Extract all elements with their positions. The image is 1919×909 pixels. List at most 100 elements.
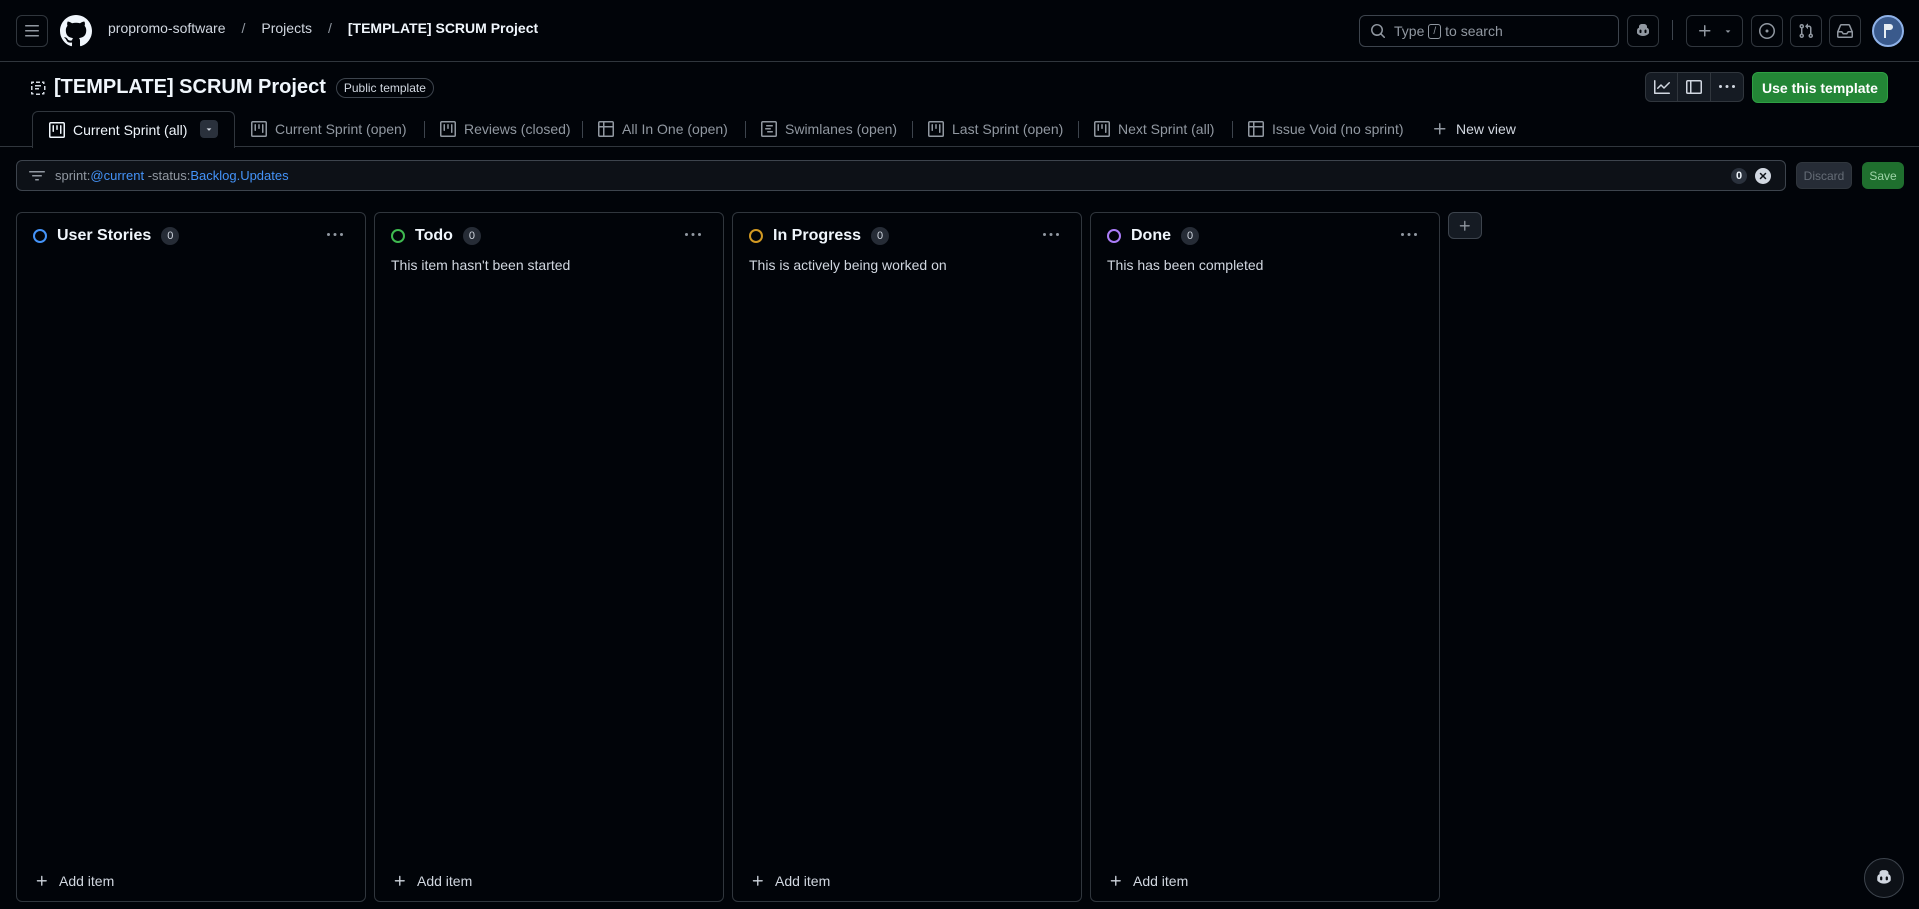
tab-swimlanes-open[interactable]: Swimlanes (open) [745,111,897,147]
git-pull-request-icon [1799,23,1814,39]
add-item-label: Add item [59,873,115,889]
visibility-badge: Public template [335,77,434,98]
project-title: [TEMPLATE] SCRUM Project [54,76,326,98]
view-tabs: Current Sprint (all) Current Sprint (ope… [0,111,1919,148]
column-title: User Stories [57,227,152,244]
column-description: This has been completed [1107,257,1264,273]
header-divider [1672,20,1673,40]
column-menu-button[interactable] [327,227,343,243]
breadcrumb: propromo-software / Projects / [TEMPLATE… [108,20,538,36]
tab-last-sprint-open[interactable]: Last Sprint (open) [912,111,1063,147]
search-input[interactable]: Type / to search [1359,15,1619,47]
kebab-horizontal-icon [685,233,701,236]
status-circle-icon [749,229,763,243]
tab-all-in-one-open[interactable]: All In One (open) [582,111,728,147]
tab-issue-void-no-sprint[interactable]: Issue Void (no sprint) [1232,111,1404,147]
filter-icon [29,170,45,180]
tab-label: Issue Void (no sprint) [1272,121,1404,137]
github-logo-icon[interactable] [60,15,92,47]
add-item-button[interactable]: Add item [393,873,472,889]
issue-opened-icon [1759,23,1775,39]
sidebar-expand-icon [1686,80,1702,94]
create-new-button[interactable] [1686,15,1743,47]
filter-key-sprint: sprint: [55,168,91,183]
breadcrumb-org[interactable]: propromo-software [108,20,226,36]
add-item-button[interactable]: Add item [1109,873,1188,889]
copilot-button[interactable] [1627,15,1659,47]
tab-current-sprint-open[interactable]: Current Sprint (open) [235,111,407,147]
filter-result-count: 0 [1731,168,1747,184]
global-header: propromo-software / Projects / [TEMPLATE… [0,0,1919,62]
more-options-button[interactable] [1711,72,1744,102]
plus-icon [36,875,47,886]
column-title: Done [1131,227,1171,244]
table-icon [1248,121,1264,137]
column-header: Todo 0 [391,227,481,245]
tab-next-sprint-all[interactable]: Next Sprint (all) [1078,111,1214,147]
filter-query: sprint:@current -status:Backlog.Updates [55,168,289,183]
copilot-chat-button[interactable] [1864,858,1904,898]
tab-reviews-closed[interactable]: Reviews (closed) [424,111,571,147]
menu-button[interactable] [16,15,48,47]
user-avatar[interactable] [1872,15,1904,47]
column-item-count: 0 [161,227,180,245]
view-options-button[interactable] [200,120,218,138]
notifications-button[interactable] [1829,15,1861,47]
status-circle-icon [33,229,47,243]
clear-filter-button[interactable] [1755,168,1771,184]
kebab-horizontal-icon [1719,85,1735,88]
column-menu-button[interactable] [685,227,701,243]
search-shortcut-key: / [1428,23,1442,39]
search-suffix: to search [1445,23,1503,39]
kebab-horizontal-icon [1043,233,1059,236]
breadcrumb-separator: / [327,20,332,36]
plus-icon [1459,220,1470,231]
column-item-count: 0 [462,227,481,245]
add-item-button[interactable]: Add item [751,873,830,889]
new-view-button[interactable]: New view [1416,111,1516,147]
side-panel-button[interactable] [1678,72,1711,102]
add-item-button[interactable]: Add item [35,873,114,889]
board-column-in-progress: In Progress 0 This is actively being wor… [732,212,1082,902]
project-title-row: [TEMPLATE] SCRUM Project Public template [30,76,434,99]
board-icon [49,122,65,138]
status-circle-icon [391,229,405,243]
discard-button[interactable]: Discard [1796,162,1852,189]
add-item-label: Add item [775,873,831,889]
board-icon [440,121,456,137]
breadcrumb-project[interactable]: [TEMPLATE] SCRUM Project [348,20,538,36]
board-column-done: Done 0 This has been completed Add item [1090,212,1440,902]
column-title: Todo [415,227,453,244]
tab-label: Reviews (closed) [464,121,571,137]
filter-input[interactable]: sprint:@current -status:Backlog.Updates … [16,160,1786,191]
add-column-button[interactable] [1448,212,1482,239]
board-icon [1094,121,1110,137]
filter-value-sprint: @current [90,168,145,183]
column-menu-button[interactable] [1043,227,1059,243]
column-title: In Progress [773,227,862,244]
new-view-label: New view [1456,121,1516,137]
breadcrumb-projects[interactable]: Projects [261,20,312,36]
hamburger-icon [25,25,39,37]
insights-button[interactable] [1645,72,1678,102]
tab-label: Last Sprint (open) [952,121,1064,137]
tab-label: Current Sprint (all) [73,122,188,138]
breadcrumb-separator: / [241,20,246,36]
board-column-user-stories: User Stories 0 Add item [16,212,366,902]
project-toolbar [1645,72,1744,102]
tab-label: Swimlanes (open) [785,121,898,137]
column-menu-button[interactable] [1401,227,1417,243]
pull-requests-button[interactable] [1790,15,1822,47]
use-template-button[interactable]: Use this template [1752,72,1888,103]
filter-value-status: Backlog.Updates [190,168,289,183]
column-header: User Stories 0 [33,227,180,245]
save-button[interactable]: Save [1862,162,1904,189]
add-item-label: Add item [417,873,473,889]
inbox-icon [1837,24,1853,38]
search-icon [1371,24,1385,38]
board-column-todo: Todo 0 This item hasn't been started Add… [374,212,724,902]
tab-label: Current Sprint (open) [275,121,407,137]
tab-current-sprint-all[interactable]: Current Sprint (all) [32,111,235,148]
issues-button[interactable] [1751,15,1783,47]
column-header: In Progress 0 [749,227,890,245]
